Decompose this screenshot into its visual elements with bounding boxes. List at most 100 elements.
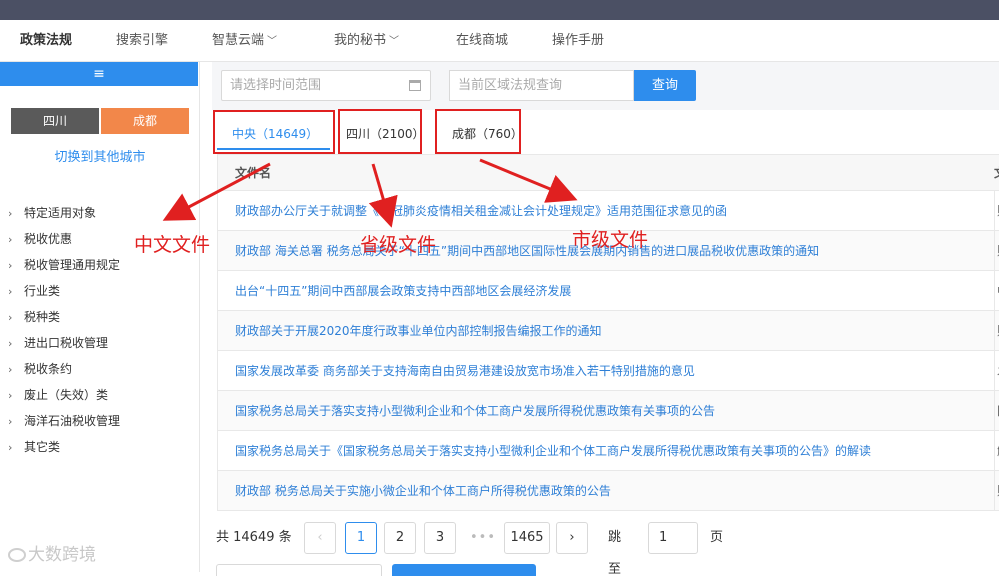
category-label: 海洋石油税收管理	[24, 414, 121, 428]
category-label: 税收优惠	[24, 232, 73, 246]
nav-label: 在线商城	[456, 33, 509, 48]
highlight-box-sichuan	[338, 109, 422, 154]
query-button[interactable]: 查询	[634, 70, 696, 101]
next-page-button[interactable]: ›	[556, 522, 588, 554]
search-placeholder: 当前区域法规查询	[458, 78, 563, 93]
category-list: › 特定适用对象 › 税收优惠 › 税收管理通用规定 › 行业类 › 税种类 › 进出口税收…	[8, 200, 120, 460]
page-button-1[interactable]: 1	[345, 522, 377, 554]
annotation-provincial: 省级文件	[360, 234, 437, 256]
file-link[interactable]: 国家税务总局关于《国家税务总局关于落实支持小型微利企业和个体工商户发展所得税优惠…	[235, 431, 975, 471]
nav-label: 操作手册	[552, 33, 605, 48]
category-label: 行业类	[24, 284, 61, 298]
page-button-3[interactable]: 3	[424, 522, 456, 554]
bottom-button[interactable]	[392, 564, 536, 576]
file-link[interactable]: 国家发展改革委 商务部关于支持海南自由贸易港建设放宽市场准入若干特别措施的意见	[235, 351, 975, 391]
nav-item-smart-cloud[interactable]: 智慧云端 ﹀	[212, 20, 277, 62]
search-input[interactable]: 当前区域法规查询	[449, 70, 634, 101]
highlight-box-central	[213, 110, 335, 154]
category-label: 税收条约	[24, 362, 73, 376]
menu-icon: ≡	[93, 66, 105, 82]
chevron-right-icon: ›	[8, 207, 13, 220]
category-label: 税收管理通用规定	[24, 258, 121, 272]
table-row: 国家税务总局关于《国家税务总局关于落实支持小型微利企业和个体工商户发展所得税优惠…	[218, 431, 999, 471]
nav-item-policy[interactable]: 政策法规	[20, 20, 72, 62]
category-item[interactable]: › 税收优惠	[8, 226, 120, 252]
date-range-input[interactable]: 请选择时间范围	[221, 70, 431, 101]
filter-bar: 请选择时间范围 当前区域法规查询 查询	[212, 62, 999, 110]
file-link[interactable]: 国家税务总局关于落实支持小型微利企业和个体工商户发展所得税优惠政策有关事项的公告	[235, 391, 975, 431]
city-button-chengdu[interactable]: 成都	[101, 108, 189, 134]
table-row: 国家税务总局关于落实支持小型微利企业和个体工商户发展所得税优惠政策有关事项的公告…	[218, 391, 999, 431]
nav-label: 政策法规	[20, 33, 73, 48]
chevron-right-icon: ›	[8, 337, 13, 350]
nav-label: 搜索引擎	[116, 33, 169, 48]
nav-item-manual[interactable]: 操作手册	[552, 20, 604, 62]
page-button-2[interactable]: 2	[384, 522, 416, 554]
file-link[interactable]: 出台“十四五”期间中西部展会政策支持中西部地区会展经济发展	[235, 271, 975, 311]
row-type: 财	[994, 191, 999, 231]
category-item[interactable]: › 其它类	[8, 434, 120, 460]
category-item[interactable]: › 特定适用对象	[8, 200, 120, 226]
chevron-down-icon: ﹀	[267, 36, 278, 47]
category-item[interactable]: › 税种类	[8, 304, 120, 330]
table-row: 出台“十四五”期间中西部展会政策支持中西部地区会展经济发展中	[218, 271, 999, 311]
row-type: 财	[994, 231, 999, 271]
highlight-box-chengdu	[435, 109, 521, 154]
switch-city-link[interactable]: 切换到其他城市	[0, 146, 200, 165]
row-type: 发	[994, 351, 999, 391]
page-unit-label: 页	[710, 530, 724, 545]
file-link[interactable]: 财政部 税务总局关于实施小微企业和个体工商户所得税优惠政策的公告	[235, 471, 975, 511]
column-header-filename: 文件名	[235, 166, 272, 180]
ellipsis-icon[interactable]: •••	[470, 522, 496, 554]
chevron-down-icon: ﹀	[389, 36, 400, 47]
watermark-logo-icon	[8, 548, 26, 562]
nav-item-my-secretary[interactable]: 我的秘书 ﹀	[334, 20, 399, 62]
file-table: 文件名 文 财政部办公厅关于就调整《新冠肺炎疫情相关租金减让会计处理规定》适用范…	[217, 154, 999, 511]
category-label: 废止（失效）类	[24, 388, 109, 402]
row-type: 解	[994, 431, 999, 471]
chevron-right-icon: ›	[8, 311, 13, 324]
category-item[interactable]: › 税收条约	[8, 356, 120, 382]
city-button-sichuan[interactable]: 四川	[11, 108, 99, 134]
watermark-text: 大数跨境	[28, 545, 96, 565]
top-bar	[0, 0, 999, 20]
date-placeholder: 请选择时间范围	[230, 78, 322, 93]
table-header: 文件名 文	[218, 155, 999, 191]
jump-label: 跳至	[608, 530, 622, 577]
main-nav: 政策法规 搜索引擎 智慧云端 ﹀ 我的秘书 ﹀ 在线商城 操作手册	[0, 20, 999, 62]
nav-item-search-engine[interactable]: 搜索引擎	[116, 20, 168, 62]
row-type: 中	[994, 271, 999, 311]
category-label: 其它类	[24, 440, 61, 454]
page-button-last[interactable]: 1465	[504, 522, 550, 554]
calendar-icon	[409, 80, 421, 91]
jump-page-input[interactable]: 1	[648, 522, 698, 554]
category-item[interactable]: › 行业类	[8, 278, 120, 304]
sidebar: ≡ 四川 成都 切换到其他城市 › 特定适用对象 › 税收优惠 › 税收管理通用规定 …	[0, 62, 200, 572]
chevron-right-icon: ›	[8, 363, 13, 376]
nav-item-online-mall[interactable]: 在线商城	[456, 20, 508, 62]
prev-page-button[interactable]: ‹	[304, 522, 336, 554]
annotation-central: 中文文件	[134, 234, 211, 256]
row-type: 财	[994, 471, 999, 511]
column-header-second: 文	[994, 155, 999, 191]
chevron-right-icon: ›	[8, 389, 13, 402]
category-item[interactable]: › 废止（失效）类	[8, 382, 120, 408]
file-link[interactable]: 财政部关于开展2020年度行政事业单位内部控制报告编报工作的通知	[235, 311, 975, 351]
row-type: 国	[994, 391, 999, 431]
table-row: 国家发展改革委 商务部关于支持海南自由贸易港建设放宽市场准入若干特别措施的意见发	[218, 351, 999, 391]
table-row: 财政部 税务总局关于实施小微企业和个体工商户所得税优惠政策的公告财	[218, 471, 999, 511]
category-item[interactable]: › 税收管理通用规定	[8, 252, 120, 278]
category-label: 税种类	[24, 310, 61, 324]
watermark: 大数跨境	[8, 540, 96, 565]
chevron-right-icon: ›	[8, 441, 13, 454]
nav-label: 我的秘书	[334, 33, 387, 48]
category-item[interactable]: › 海洋石油税收管理	[8, 408, 120, 434]
sidebar-menu-toggle[interactable]: ≡	[0, 62, 198, 86]
category-label: 特定适用对象	[24, 206, 97, 220]
chevron-right-icon: ›	[8, 285, 13, 298]
category-item[interactable]: › 进出口税收管理	[8, 330, 120, 356]
category-label: 进出口税收管理	[24, 336, 109, 350]
row-type: 财	[994, 311, 999, 351]
bottom-select[interactable]	[216, 564, 382, 576]
table-row: 财政部关于开展2020年度行政事业单位内部控制报告编报工作的通知财	[218, 311, 999, 351]
